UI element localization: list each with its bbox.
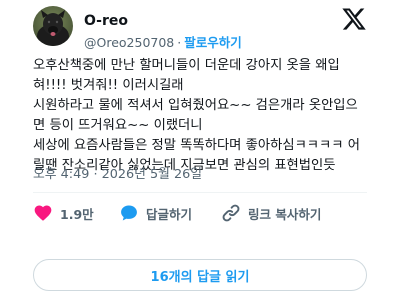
tweet-text-line: 세상에 요즘사람들은 정말 똑똑하다며 좋아하심ㅋㅋㅋㅋ 어	[33, 138, 360, 153]
x-logo-icon[interactable]	[341, 6, 367, 32]
dog-avatar-image	[33, 6, 73, 46]
tweet-date[interactable]: 2026년 5월 26일	[102, 167, 202, 182]
reply-label: 답글하기	[146, 206, 193, 222]
tweet-time[interactable]: 오후 4:49	[33, 167, 89, 182]
follow-button[interactable]: 팔로우하기	[184, 35, 242, 50]
heart-icon	[34, 205, 52, 221]
like-count: 1.9만	[60, 206, 94, 222]
copy-link-label: 링크 복사하기	[248, 206, 322, 222]
avatar[interactable]	[33, 6, 73, 46]
read-replies-button[interactable]: 16개의 답글 읽기	[33, 259, 367, 291]
user-handle[interactable]: @Oreo250708	[84, 35, 174, 50]
timestamp-separator: ·	[93, 167, 98, 182]
tweet-header: O-reo @Oreo250708 · 팔로우하기	[33, 6, 373, 50]
speech-bubble-icon	[121, 205, 137, 221]
timestamp[interactable]: 오후 4:49 · 2026년 5월 26일	[33, 163, 202, 182]
tweet-embed: O-reo @Oreo250708 · 팔로우하기 오후산책중에 만난 할머니들이 …	[0, 0, 400, 300]
reply-button[interactable]: 답글하기	[119, 200, 192, 226]
copy-link-button[interactable]: 링크 복사하기	[221, 200, 321, 226]
tweet-text-line: 오후산책중에 만난 할머니들이 더운데 강아지 옷을 왜입	[33, 58, 340, 73]
tweet-text-line: 시원하라고 물에 적셔서 입혀줬어요~~ 검은개라 옷안입으	[33, 98, 358, 113]
handle-separator: ·	[177, 35, 182, 50]
tweet-text-line: 면 등이 뜨거워요~~ 이랬더니	[33, 118, 203, 133]
tweet-actions: 1.9만 답글하기 링크 복사하기	[33, 200, 373, 226]
display-name[interactable]: O-reo	[84, 13, 128, 29]
link-icon	[222, 204, 240, 222]
read-replies-label: 16개의 답글 읽기	[150, 269, 250, 285]
divider	[33, 192, 367, 193]
handle-row: @Oreo250708 · 팔로우하기	[84, 35, 242, 51]
tweet-text: 오후산책중에 만난 할머니들이 더운데 강아지 옷을 왜입 혀!!!! 벗겨줘!…	[33, 56, 373, 176]
like-button[interactable]: 1.9만	[33, 200, 94, 226]
tweet-text-line: 혀!!!! 벗겨줘!! 이러시길래	[33, 78, 184, 93]
